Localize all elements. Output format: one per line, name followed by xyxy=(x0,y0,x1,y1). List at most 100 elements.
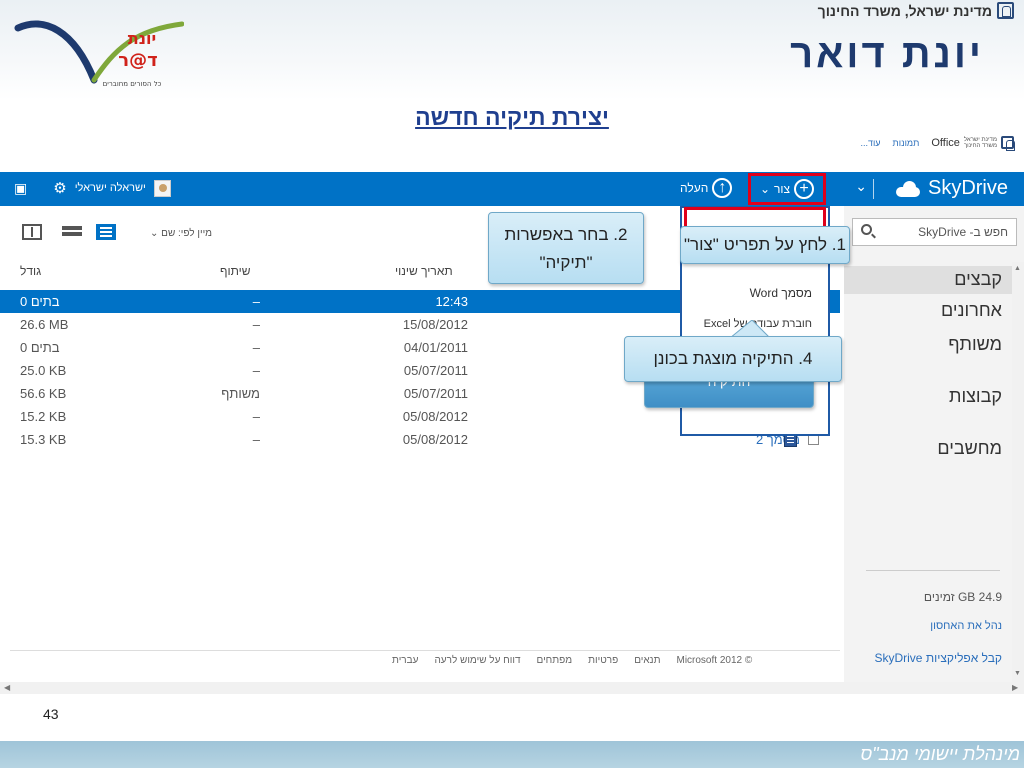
column-header-size[interactable]: גודל xyxy=(20,264,41,278)
user-area: ישראלה ישראלי ⚙ ▣ xyxy=(14,179,171,197)
callout-step-2-line-1: 2. בחר באפשרות xyxy=(504,225,628,244)
sort-by-dropdown[interactable]: מיין לפי: שם ⌄ xyxy=(150,228,212,239)
upload-circle-icon: ↑ xyxy=(712,178,733,198)
scroll-right-arrow-icon[interactable]: ▶ xyxy=(1012,683,1018,692)
photos-link[interactable]: תמונות xyxy=(893,138,920,148)
menu-item-word-document[interactable]: מסמך Word xyxy=(750,286,812,300)
thumbnails-view-icon[interactable] xyxy=(62,224,82,240)
cell-modified: 05/07/2011 xyxy=(403,363,468,378)
cell-size: 15.3 KB xyxy=(20,432,67,447)
chat-icon[interactable]: ▣ xyxy=(14,180,27,197)
brand-separator xyxy=(873,179,874,199)
column-header-sharing[interactable]: שיתוף xyxy=(220,264,251,278)
footer: © 2012 Microsoft תנאים פרטיות מפתחים דוו… xyxy=(392,655,752,666)
cell-modified: 05/07/2011 xyxy=(403,386,468,401)
avatar[interactable] xyxy=(153,179,171,197)
cell-size: 15.2 KB xyxy=(20,409,67,424)
sidebar-item-recent[interactable]: אחרונים xyxy=(941,300,1002,321)
cell-modified: 12:43 xyxy=(435,294,468,309)
vertical-scrollbar[interactable] xyxy=(1012,262,1024,682)
user-name[interactable]: ישראלה ישראלי xyxy=(75,182,146,194)
footer-link-privacy[interactable]: פרטיות xyxy=(588,655,618,666)
svg-text:כל הסורים מחוברים: כל הסורים מחוברים xyxy=(103,80,162,88)
scroll-up-arrow-icon[interactable]: ▲ xyxy=(1014,265,1021,272)
sidebar: חפש ב- SkyDrive קבצים אחרונים משותף קבוצ… xyxy=(844,206,1024,682)
footer-divider xyxy=(10,650,840,651)
cell-size: 25.0 KB xyxy=(20,363,67,378)
ministry-banner: מדינת ישראל, משרד החינוך xyxy=(818,2,1014,19)
footer-link-terms[interactable]: תנאים xyxy=(634,655,660,666)
footer-link-developers[interactable]: מפתחים xyxy=(537,655,573,666)
svg-text:ד@ר: ד@ר xyxy=(118,50,157,71)
cell-sharing: – xyxy=(252,340,260,355)
footer-link-report-abuse[interactable]: דווח על שימוש לרעה xyxy=(434,655,520,666)
mini-ministry-line-2: משרד החינוך xyxy=(963,142,997,149)
cell-sharing: – xyxy=(252,409,260,424)
office-label: Office xyxy=(931,136,960,149)
cell-sharing: – xyxy=(252,294,260,309)
cell-size: 0 בתים xyxy=(20,294,60,309)
app-title: יונת דואר xyxy=(790,32,984,76)
scroll-left-arrow-icon[interactable]: ◀ xyxy=(4,683,10,692)
cell-size: 0 בתים xyxy=(20,340,60,355)
callout-step-2: 2. בחר באפשרות "תיקיה" xyxy=(488,212,644,284)
cell-modified: 04/01/2011 xyxy=(403,340,468,355)
bottom-band: מינהלת יישומי מנב"ס xyxy=(0,741,1024,768)
cell-modified: 05/08/2012 xyxy=(402,432,468,447)
skydrive-brand[interactable]: SkyDrive xyxy=(894,177,1008,200)
state-emblem-icon xyxy=(997,2,1014,19)
create-label: צור xyxy=(774,182,791,196)
svg-text:יונת: יונת xyxy=(128,29,156,48)
cell-sharing: – xyxy=(252,317,260,332)
plus-circle-icon: + xyxy=(794,179,815,199)
office-logo[interactable]: Office מדינת ישראל משרד החינוך xyxy=(931,136,1015,151)
page-number: 43 xyxy=(43,706,59,722)
search-placeholder: חפש ב- SkyDrive xyxy=(918,225,1008,239)
slide-title: יצירת תיקיה חדשה xyxy=(415,104,609,130)
mini-emblem-icon xyxy=(1001,136,1015,151)
skydrive-topbar: SkyDrive ⌄ + צור ⌄ ↑ העלה ישראלה ישראלי … xyxy=(0,172,1024,206)
search-icon[interactable] xyxy=(861,224,872,235)
horizontal-scrollbar[interactable] xyxy=(0,682,1024,694)
cell-size: 26.6 MB xyxy=(20,317,69,332)
search-input[interactable]: חפש ב- SkyDrive xyxy=(852,218,1017,246)
details-pane-icon[interactable] xyxy=(22,224,42,240)
cell-modified: 05/08/2012 xyxy=(402,409,468,424)
ministry-label: מדינת ישראל, משרד החינוך xyxy=(817,2,992,19)
cell-sharing: – xyxy=(252,432,260,447)
storage-available: 24.9 GB זמינים xyxy=(923,590,1002,604)
sidebar-item-shared[interactable]: משותף xyxy=(948,334,1002,355)
get-apps-link[interactable]: קבל אפליקציות SkyDrive xyxy=(874,651,1002,665)
cell-sharing: – xyxy=(252,363,260,378)
footer-link-language[interactable]: עברית xyxy=(392,655,418,666)
office-strip: Office מדינת ישראל משרד החינוך תמונות עו… xyxy=(860,136,1015,151)
upload-button[interactable]: ↑ העלה xyxy=(680,178,733,198)
yonat-doar-logo: יונת ד@ר כל הסורים מחוברים xyxy=(14,20,184,88)
cloud-icon xyxy=(894,180,922,197)
cell-sharing: משותף xyxy=(221,386,260,401)
gear-icon[interactable]: ⚙ xyxy=(53,179,66,197)
mini-ministry: מדינת ישראל משרד החינוך xyxy=(964,137,997,149)
footer-copyright: © 2012 Microsoft xyxy=(676,655,753,666)
column-header-modified[interactable]: תאריך שינוי xyxy=(395,264,453,278)
manage-storage-link[interactable]: נהל את האחסון xyxy=(930,620,1002,632)
sidebar-item-groups[interactable]: קבוצות xyxy=(949,386,1002,407)
sidebar-item-pcs[interactable]: מחשבים xyxy=(937,438,1002,459)
brand-label: SkyDrive xyxy=(927,177,1008,199)
sidebar-item-files[interactable]: קבצים xyxy=(844,266,1024,294)
create-button[interactable]: + צור ⌄ xyxy=(748,173,826,205)
cell-modified: 15/08/2012 xyxy=(402,317,468,332)
more-link[interactable]: עוד... xyxy=(860,138,880,148)
sort-chevron-icon: ⌄ xyxy=(150,228,159,239)
details-view-icon[interactable] xyxy=(96,224,116,240)
slide-header: מדינת ישראל, משרד החינוך יונת דואר יונת … xyxy=(0,0,1024,100)
bottom-band-label: מינהלת יישומי מנב"ס xyxy=(860,744,1020,764)
cell-size: 56.6 KB xyxy=(20,386,67,401)
sort-label: מיין לפי: שם xyxy=(161,228,213,239)
callout-step-4: 4. התיקיה מוצגת בכונן xyxy=(624,336,842,382)
create-chevron-icon: ⌄ xyxy=(759,182,770,196)
sidebar-divider xyxy=(866,570,1000,571)
chevron-down-icon[interactable]: ⌄ xyxy=(855,178,867,195)
scroll-down-arrow-icon[interactable]: ▼ xyxy=(1014,670,1021,677)
upload-label: העלה xyxy=(680,181,709,195)
